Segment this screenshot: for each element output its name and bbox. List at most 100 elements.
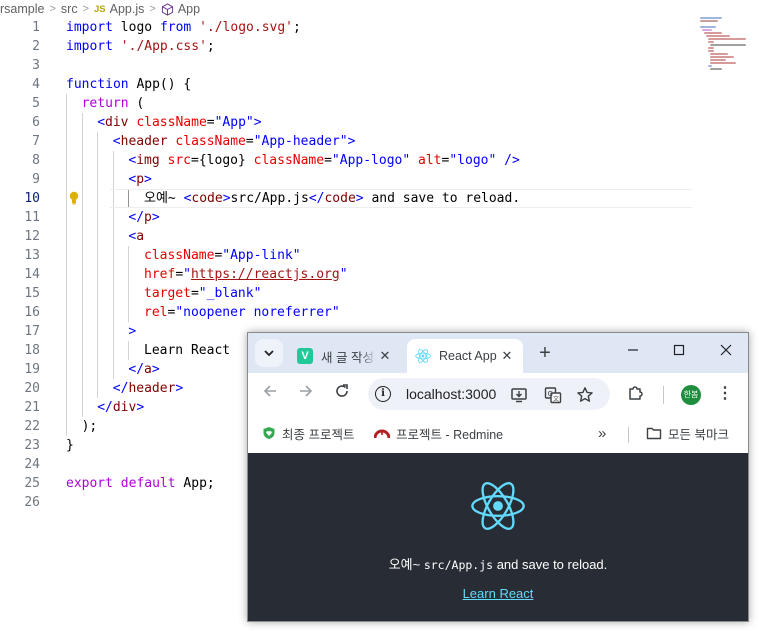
bookmarks-overflow-button[interactable]: » (598, 423, 606, 443)
line-number: 15 (24, 286, 40, 301)
code-line[interactable]: 6 <div className="App"> (0, 113, 760, 132)
code-token: logo (112, 20, 160, 35)
indent-guide (66, 94, 67, 113)
bookmarks-bar: 최종 프로젝트 프로젝트 - Redmine » 모든 북마크 (248, 415, 748, 453)
line-number: 4 (32, 77, 40, 92)
close-icon[interactable]: ✕ (499, 348, 515, 364)
line-number: 20 (24, 381, 40, 396)
tab-title: 새 글 작성 (321, 350, 374, 365)
code-text: return ( (82, 94, 145, 113)
symbol-cube-icon (161, 2, 173, 16)
code-line[interactable]: 14 href="https://reactjs.org" (0, 265, 760, 284)
indent-guide (128, 284, 130, 303)
code-token: code (324, 191, 356, 206)
code-token: className (175, 134, 246, 149)
code-token: div (112, 400, 137, 415)
code-line[interactable]: 11 </p> (0, 208, 760, 227)
indent-guide (128, 189, 130, 208)
code-line[interactable]: 8 <img src={logo} className="App-logo" al… (0, 151, 760, 170)
indent-guide (112, 208, 114, 227)
line-number: 17 (24, 324, 40, 339)
line-number: 8 (32, 153, 40, 168)
code-token: "App-logo" (331, 153, 411, 168)
bookmarks-divider (628, 427, 629, 443)
indent-guide (81, 246, 83, 265)
tab-react-app[interactable]: React App ✕ (407, 339, 523, 373)
code-token: = (324, 153, 332, 168)
new-tab-button[interactable]: + (533, 340, 557, 366)
code-line[interactable]: 16 rel="noopener noreferrer" (0, 303, 760, 322)
more-menu-icon[interactable]: ⋮ (716, 383, 734, 405)
code-token: return (81, 96, 129, 111)
site-info-icon[interactable]: i (375, 386, 391, 402)
reload-button[interactable] (330, 382, 354, 406)
indent-guide (81, 360, 83, 379)
tab-new-post[interactable]: V 새 글 작성 ✕ (289, 339, 401, 373)
breadcrumb-file[interactable]: App.js (110, 2, 145, 16)
code-line[interactable]: 12 <a (0, 227, 760, 246)
all-bookmarks-button[interactable]: 모든 북마크 (646, 423, 729, 443)
minimize-button[interactable] (618, 340, 648, 364)
breadcrumb-symbol[interactable]: App (178, 2, 200, 16)
indent-guide (81, 322, 83, 341)
react-logo-icon (471, 482, 525, 530)
address-bar[interactable]: i localhost:3000 G 文 (368, 378, 610, 410)
code-line[interactable]: 5 return ( (0, 94, 760, 113)
bookmark-final-project[interactable]: 최종 프로젝트 (262, 423, 354, 443)
toolbar-divider (663, 386, 664, 404)
code-token: './logo.svg' (199, 20, 293, 35)
maximize-button[interactable] (664, 340, 694, 364)
translate-icon[interactable]: G 文 (544, 386, 562, 404)
indent-guide (112, 246, 114, 265)
bookmark-redmine[interactable]: 프로젝트 - Redmine (374, 423, 503, 443)
code-token: "noopener noreferrer" (175, 305, 340, 320)
code-line[interactable]: 2 import './App.css'; (0, 37, 760, 56)
back-button[interactable] (258, 382, 282, 406)
close-icon[interactable]: ✕ (377, 348, 393, 364)
indent-guide (97, 189, 99, 208)
code-line[interactable]: 13 className="App-link" (0, 246, 760, 265)
code-token: rel (144, 305, 168, 320)
browser-window[interactable]: V 새 글 작성 ✕ React App ✕ + i localhost:300… (247, 332, 749, 622)
minimap[interactable] (700, 17, 746, 73)
code-line[interactable]: 4 function App() { (0, 75, 760, 94)
code-token: = (245, 134, 254, 149)
code-line[interactable]: 9 <p> (0, 170, 760, 189)
code-line[interactable]: 3 (0, 56, 760, 75)
code-token: App() { (128, 77, 192, 92)
code-token: </ (97, 400, 113, 415)
page-paragraph: 오예~ src/App.js and save to reload. (248, 554, 748, 573)
extensions-puzzle-icon[interactable] (627, 384, 645, 402)
code-line[interactable]: 10 오예~ <code>src/App.js</code> and save t… (0, 189, 760, 208)
line-number: 9 (32, 172, 40, 187)
breadcrumb-root[interactable]: rsample (0, 2, 44, 16)
svg-text:文: 文 (553, 395, 559, 403)
lightbulb-icon[interactable] (68, 191, 80, 205)
code-text: </header> (113, 379, 183, 398)
learn-react-link[interactable]: Learn React (463, 586, 534, 601)
browser-toolbar: i localhost:3000 G 文 한봄 ⋮ (248, 373, 748, 415)
code-line[interactable]: 15 target="_blank" (0, 284, 760, 303)
close-window-button[interactable] (711, 340, 741, 364)
install-app-icon[interactable] (510, 386, 528, 404)
forward-button[interactable] (294, 382, 318, 406)
indent-guide (81, 113, 83, 132)
code-text: </div> (97, 398, 144, 417)
bookmark-star-icon[interactable] (576, 386, 594, 404)
profile-avatar[interactable]: 한봄 (681, 385, 701, 405)
indent-guide (112, 284, 114, 303)
code-text: target="_blank" (144, 284, 261, 303)
indent-guide (97, 360, 99, 379)
code-token: p (144, 210, 152, 225)
indent-guide (97, 170, 99, 189)
page-viewport: 오예~ src/App.js and save to reload. Learn… (248, 453, 748, 621)
code-line[interactable]: 1 import logo from './logo.svg'; (0, 18, 760, 37)
breadcrumb-folder[interactable]: src (61, 2, 78, 16)
arrow-right-icon (300, 385, 313, 397)
code-line[interactable]: 7 <header className="App-header"> (0, 132, 760, 151)
code-text: import logo from './logo.svg'; (66, 18, 301, 37)
tab-search-button[interactable] (255, 339, 283, 367)
indent-guide (66, 189, 67, 208)
indent-guide (97, 284, 99, 303)
url-text[interactable]: localhost:3000 (406, 386, 496, 402)
